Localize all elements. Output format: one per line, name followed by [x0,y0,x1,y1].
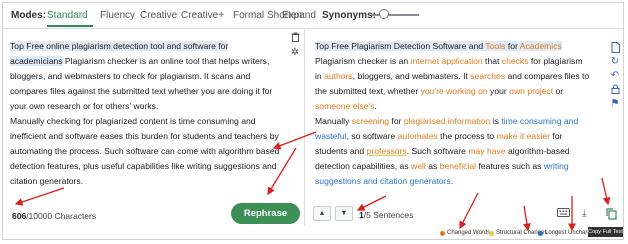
changed-word[interactable]: may have [468,146,505,156]
input-tools: ✲ [289,31,301,61]
output-text[interactable]: Top Free Plagiarism Detection Software a… [315,39,591,189]
legend-label: Longest Unchang [545,230,593,236]
download-icon[interactable]: ⤓ [582,208,586,219]
paraphraser-app: Modes: Standard Fluency Creative Creativ… [2,2,624,240]
sentence-counter: 1/5 Sentences [359,210,413,220]
changed-word[interactable]: you're working on [421,86,488,96]
unchanged-segment: is [490,116,502,126]
synonyms-slider-handle[interactable] [379,9,389,19]
mode-creative[interactable]: Creative [140,10,177,21]
changed-word[interactable]: someone else's [315,101,374,111]
output-title-segment: Top Free Plagiarism Detection Software a… [315,41,562,51]
changed-word[interactable]: Academics [520,41,562,51]
changed-word[interactable]: plagiarised information [404,116,490,126]
lock-icon[interactable] [609,83,621,95]
output-panel: Top Free Plagiarism Detection Software a… [306,29,623,226]
unchanged-segment: . [450,176,454,186]
next-sentence-button[interactable]: ▼ [335,206,353,221]
document-icon[interactable] [609,41,621,53]
unchanged-segment: as [425,161,440,171]
unchanged-segment: your [487,86,510,96]
unchanged-segment: , bloggers, and webmasters. It [352,71,471,81]
input-panel: Top Free online plagiarism detection too… [3,29,305,226]
modes-label: Modes: [11,10,46,21]
unchanged-segment: Manually [315,116,352,126]
unchanged-segment: for [505,41,520,51]
legend-changed-words: Changed Words [440,230,490,236]
char-count-value: 606 [12,211,27,221]
structural-changes-swatch [489,230,494,236]
refresh-icon[interactable]: ↻ [609,55,621,67]
copy-full-text-tooltip: Copy Full Text [588,227,623,237]
unchanged-segment: for [389,116,404,126]
changed-word[interactable]: project [527,86,553,96]
mode-formal[interactable]: Formal [233,10,264,21]
unchanged-segment: Plagiarism checker is an [315,56,411,66]
changed-words-swatch [440,230,445,236]
changed-word[interactable]: checks [502,56,529,66]
char-limit: /10000 Characters [26,211,97,221]
input-text[interactable]: Top Free online plagiarism detection too… [10,39,282,189]
changed-word[interactable]: authors [324,71,353,81]
legend-label: Changed Words [447,230,491,236]
modes-bar: Modes: Standard Fluency Creative Creativ… [3,3,623,29]
unchanged-segment: . Such software [406,146,469,156]
changed-word[interactable]: well [411,161,426,171]
unchanged-segment: the process to [437,131,497,141]
changed-word[interactable]: searches [470,71,505,81]
changed-word[interactable]: make it easier [497,131,551,141]
snowflake-icon[interactable]: ✲ [289,46,301,58]
unchanged-segment: . [374,101,377,111]
output-tools: ↻ ↶ ⚑ [609,41,621,111]
active-mode-indicator [47,25,93,27]
unchanged-segment: Top Free Plagiarism Detection Software a… [315,41,486,51]
rephrase-button[interactable]: Rephrase [231,203,300,224]
unchanged-segment: or [553,86,564,96]
unchanged-segment: that [482,56,502,66]
unchanged-segment: , so software [346,131,398,141]
mode-creative-plus[interactable]: Creative+ [181,10,224,21]
changed-word[interactable]: Tools [485,41,505,51]
longest-unchanged-swatch [538,230,543,236]
flag-icon[interactable]: ⚑ [609,97,621,109]
changed-word[interactable]: screening [352,116,389,126]
sentence-total: /5 Sentences [363,210,414,220]
synonyms-label: Synonyms: [322,10,376,21]
keyboard-icon[interactable] [557,208,570,220]
undo-icon[interactable]: ↶ [609,69,621,81]
trash-icon[interactable] [289,31,301,43]
mode-fluency[interactable]: Fluency [100,10,135,21]
previous-sentence-button[interactable]: ▲ [313,206,331,221]
changed-word[interactable]: own [509,86,525,96]
character-count: 606/10000 Characters [12,211,96,221]
legend-bar: Changed Words Structural Changes Longest… [3,226,623,239]
copy-icon[interactable] [606,208,617,223]
input-paragraph-2: Manually checking for plagiarized conten… [10,116,280,186]
mode-standard[interactable]: Standard [47,10,88,21]
changed-word[interactable]: internet application [411,56,483,66]
mode-expand[interactable]: Expand [282,10,316,21]
changed-word[interactable]: professors [367,146,407,156]
unchanged-segment: features such as [476,161,544,171]
changed-word[interactable]: beneficial [440,161,476,171]
legend-longest-unchanged: Longest Unchang [538,230,592,236]
changed-word[interactable]: automates [398,131,438,141]
